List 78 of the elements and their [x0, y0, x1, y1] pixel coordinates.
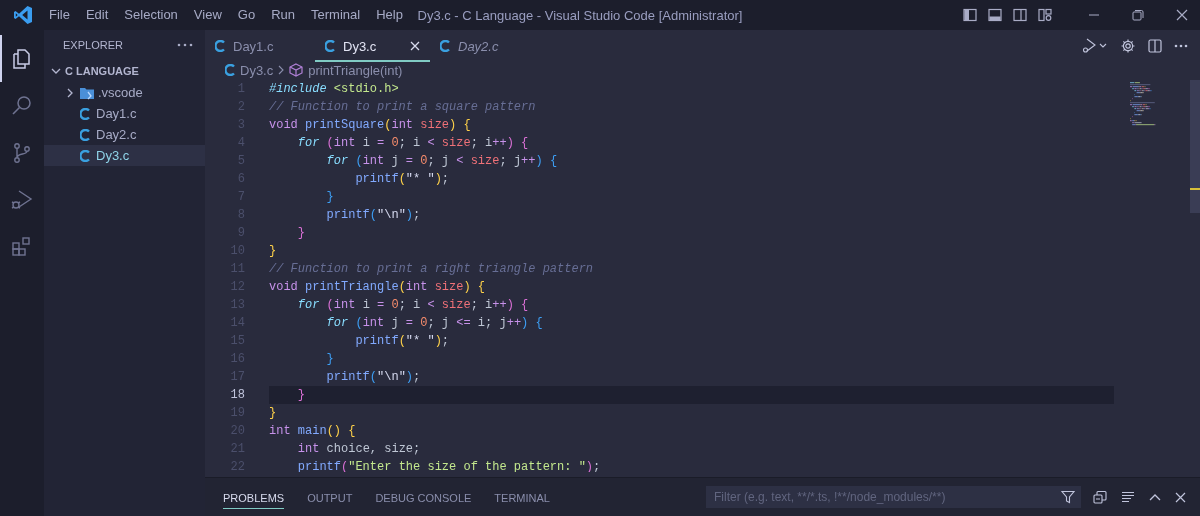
filter-field[interactable]: Filter (e.g. text, **/*.ts, !**/node_modules/**): [706, 486, 1081, 508]
menu-item[interactable]: Terminal: [303, 4, 369, 26]
breadcrumb-item[interactable]: printTriangle(int): [308, 62, 403, 78]
code-line: }: [269, 405, 278, 422]
folder-label[interactable]: C LANGUAGE: [65, 65, 139, 77]
settings-icon[interactable]: [1120, 38, 1136, 54]
panel-tab[interactable]: PROBLEMS: [223, 485, 285, 509]
file-tree-item[interactable]: .vscode: [44, 82, 205, 103]
code-line: printf("\n");: [325, 207, 422, 224]
active-indicator: [0, 35, 2, 82]
more-actions-icon[interactable]: [177, 43, 193, 47]
file-tree-item[interactable]: Day2.c: [44, 124, 205, 145]
panel-tab[interactable]: DEBUG CONSOLE: [375, 486, 472, 508]
menu-item[interactable]: Run: [263, 4, 303, 26]
c-file-icon: [440, 40, 450, 52]
code-line: }: [269, 243, 278, 260]
code-line: printf("* ");: [354, 333, 451, 350]
menu-item[interactable]: Edit: [77, 4, 117, 26]
sidebar-title: EXPLORER: [63, 39, 123, 51]
breadcrumb-item[interactable]: Dy3.c: [240, 62, 274, 78]
code-line: // Function to print a square pattern: [269, 99, 537, 116]
code-line: for (int i = 0; i < size; i++) {: [296, 135, 530, 152]
split-editor-icon[interactable]: [1148, 39, 1162, 53]
editor-tab[interactable]: Day1.c: [205, 30, 315, 62]
chevron-up-icon[interactable]: [1149, 493, 1161, 501]
cube-icon: [289, 63, 304, 77]
c-file-icon: [215, 40, 225, 52]
file-tree-item[interactable]: Day1.c: [44, 103, 205, 124]
code-line: }: [296, 225, 306, 242]
scrollbar[interactable]: [1190, 80, 1200, 213]
close-icon[interactable]: [1176, 9, 1188, 21]
line-number: 18: [230, 387, 245, 404]
code-line: }: [325, 189, 335, 206]
code-line: int main() {: [269, 423, 357, 440]
filter-icon[interactable]: [1061, 490, 1075, 504]
code-line: }: [325, 351, 335, 368]
code-line: // Function to print a right triangle pattern: [269, 261, 595, 278]
close-icon[interactable]: [410, 41, 420, 51]
code-line: #include <stdio.h>: [269, 81, 400, 98]
c-file-icon: [80, 149, 90, 162]
toggle-secondary-sidebar-icon[interactable]: [1013, 8, 1027, 22]
menu-item[interactable]: Selection: [116, 4, 186, 26]
close-icon[interactable]: [1175, 491, 1186, 503]
menu-item[interactable]: File: [41, 4, 78, 26]
restore-icon[interactable]: [1132, 9, 1144, 21]
toggle-panel-icon[interactable]: [988, 8, 1002, 22]
menu-item[interactable]: Help: [368, 4, 411, 26]
customize-layout-icon[interactable]: [1038, 8, 1052, 22]
code-line: for (int j = 0; j <= i; j++) {: [325, 315, 544, 332]
c-file-icon: [225, 64, 235, 76]
c-file-icon: [80, 128, 90, 141]
c-file-icon: [80, 107, 90, 120]
code-line: void printSquare(int size) {: [269, 117, 472, 134]
vscode-logo-icon[interactable]: [13, 5, 33, 25]
code-line: for (int i = 0; i < size; i++) {: [296, 297, 530, 314]
panel-tab[interactable]: TERMINAL: [494, 486, 550, 508]
more-actions-icon[interactable]: [1174, 44, 1188, 48]
code-line: void printTriangle(int size) {: [269, 279, 487, 296]
menu-item[interactable]: Go: [229, 4, 264, 26]
code-line: printf("Enter the size of the pattern: ");: [296, 459, 602, 472]
editor-tab[interactable]: Day2.c: [430, 30, 509, 62]
collapse-all-icon[interactable]: [1093, 490, 1107, 504]
word-wrap-icon[interactable]: [1121, 491, 1135, 503]
window-title: Dy3.c - C Language - Visual Studio Code [Administrator]: [417, 7, 743, 23]
run-debug-icon[interactable]: [1082, 38, 1108, 54]
code-line: printf("* ");: [354, 171, 451, 188]
c-file-icon: [325, 40, 335, 52]
folder-icon: [79, 85, 95, 100]
run-debug-icon[interactable]: [10, 187, 34, 212]
code-line: for (int j = 0; j < size; j++) {: [325, 153, 559, 170]
toggle-sidebar-icon[interactable]: [963, 8, 977, 22]
code-line: int choice, size;: [296, 441, 422, 458]
editor-tab[interactable]: Dy3.c: [315, 30, 430, 62]
code-line: printf("\n");: [325, 369, 422, 386]
chevron-icon: [278, 65, 285, 75]
menu-item[interactable]: View: [185, 4, 230, 26]
panel-tab[interactable]: OUTPUT: [307, 486, 353, 508]
file-tree-item[interactable]: Dy3.c: [44, 145, 205, 166]
